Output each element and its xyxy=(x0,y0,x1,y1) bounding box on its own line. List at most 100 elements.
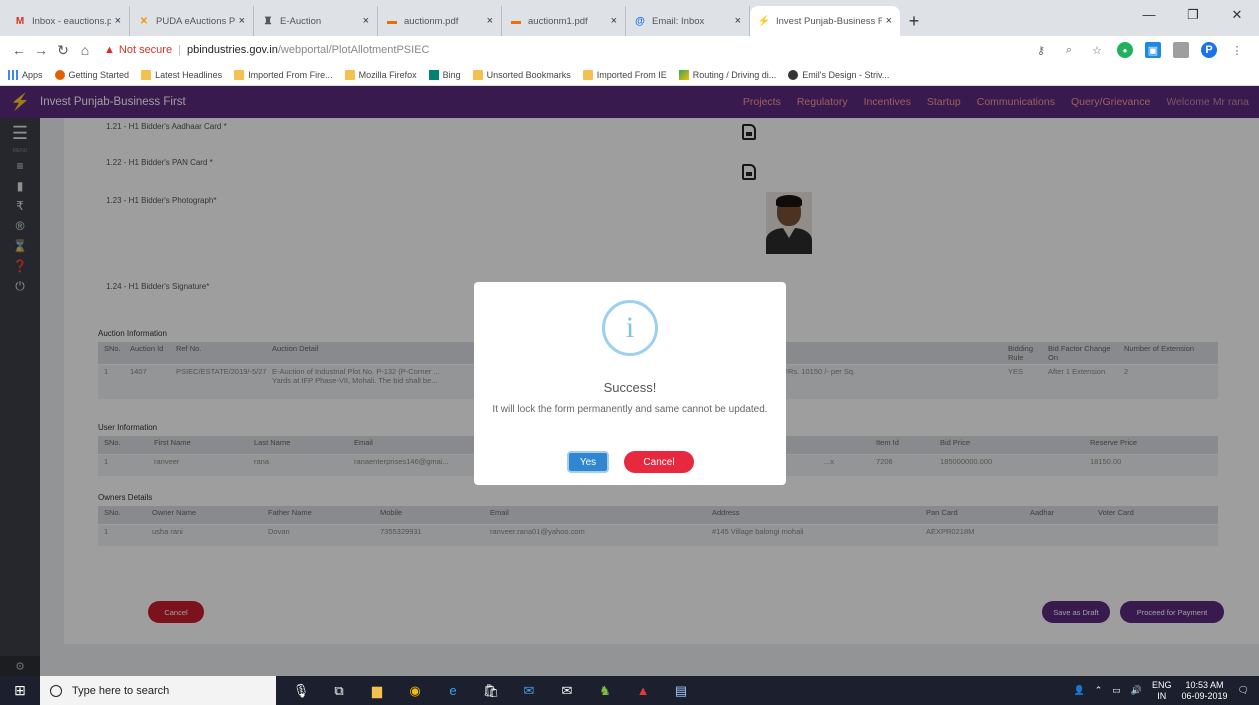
close-tab-icon[interactable]: × xyxy=(735,15,741,27)
close-tab-icon[interactable]: × xyxy=(886,15,892,27)
email-icon: @ xyxy=(635,15,645,27)
apps-icon xyxy=(8,69,18,80)
routing-icon xyxy=(678,69,689,80)
media-icon[interactable]: ♞ xyxy=(586,676,624,705)
bookmark-mozilla-firefox[interactable]: Mozilla Firefox xyxy=(344,69,417,80)
bookmark-emils-design[interactable]: Emil's Design - Striv... xyxy=(788,69,890,80)
firefox-icon xyxy=(54,69,65,80)
reload-icon[interactable]: ↻ xyxy=(52,42,74,59)
bookmark-label: Routing / Driving di... xyxy=(692,69,777,80)
file-explorer-icon[interactable]: ▆ xyxy=(358,676,396,705)
browser-toolbar-right: ⚷ ⌕ ☆ ● ▣ P ⋮ xyxy=(1033,42,1251,58)
new-tab-button[interactable]: + xyxy=(900,6,928,36)
home-icon[interactable]: ⌂ xyxy=(74,42,96,58)
tab-title: Invest Punjab-Business F xyxy=(776,15,882,27)
bookmark-routing[interactable]: Routing / Driving di... xyxy=(678,69,777,80)
bookmark-imported-ie[interactable]: Imported From IE xyxy=(582,69,667,80)
task-view-icon[interactable]: ⧉ xyxy=(320,676,358,705)
bookmark-latest-headlines[interactable]: Latest Headlines xyxy=(141,69,222,80)
clock-time: 10:53 AM xyxy=(1185,679,1224,690)
bookmark-imported-firefox[interactable]: Imported From Fire... xyxy=(234,69,333,80)
zoom-icon[interactable]: ⌕ xyxy=(1061,42,1077,58)
people-icon[interactable]: 👤 xyxy=(1074,685,1085,696)
bookmarks-bar: Apps Getting Started Latest Headlines Im… xyxy=(0,64,1259,86)
language-indicator[interactable]: ENG IN xyxy=(1152,680,1172,702)
taskbar-clock[interactable]: 10:53 AM 06-09-2019 xyxy=(1182,680,1228,702)
bookmark-unsorted[interactable]: Unsorted Bookmarks xyxy=(472,69,571,80)
microphone-icon[interactable]: 🎙 xyxy=(282,676,320,705)
star-icon[interactable]: ☆ xyxy=(1089,42,1105,58)
tab-title: auctionm1.pdf xyxy=(528,15,588,27)
info-icon: i xyxy=(602,300,658,356)
envelope-icon[interactable]: ✉ xyxy=(548,676,586,705)
chrome-icon[interactable]: ◉ xyxy=(396,676,434,705)
extension-green-icon[interactable]: ● xyxy=(1117,42,1133,58)
yes-button[interactable]: Yes xyxy=(567,451,609,473)
pdf-icon: ▬ xyxy=(511,15,521,27)
warning-icon: ▲ xyxy=(104,44,115,56)
close-tab-icon[interactable]: × xyxy=(363,15,369,27)
url-domain: pbindustries.gov.in xyxy=(186,44,278,56)
bookmark-label: Imported From IE xyxy=(596,69,667,80)
browser-tab-gmail[interactable]: M Inbox - eauctions.psiec@ × xyxy=(6,6,130,36)
bookmark-label: Getting Started xyxy=(68,69,130,80)
browser-tab-eauction[interactable]: ♜ E-Auction × xyxy=(254,6,378,36)
close-tab-icon[interactable]: × xyxy=(611,15,617,27)
taskbar-search-box[interactable]: Type here to search xyxy=(40,676,276,705)
window-controls: — ❐ ✕ xyxy=(1127,0,1259,30)
minimize-icon[interactable]: — xyxy=(1127,0,1171,30)
profile-avatar-icon[interactable]: P xyxy=(1201,42,1217,58)
notifications-icon[interactable]: 🗨 xyxy=(1238,685,1249,696)
search-placeholder: Type here to search xyxy=(72,684,170,697)
key-icon[interactable]: ⚷ xyxy=(1033,42,1049,58)
dialog-cancel-button[interactable]: Cancel xyxy=(624,451,694,473)
folder-icon xyxy=(234,69,245,80)
extension-gray-icon[interactable] xyxy=(1173,42,1189,58)
address-bar: ← → ↻ ⌂ ▲ Not secure | pbindustries.gov.… xyxy=(0,36,1259,64)
forward-icon[interactable]: → xyxy=(30,42,52,58)
browser-tab-pdf2[interactable]: ▬ auctionm1.pdf × xyxy=(502,6,626,36)
back-icon[interactable]: ← xyxy=(8,42,30,58)
tab-title: E-Auction xyxy=(280,15,322,27)
pdf-reader-icon[interactable]: ▲ xyxy=(624,676,662,705)
bookmark-apps[interactable]: Apps xyxy=(8,69,43,80)
cortana-icon xyxy=(50,684,62,697)
taskbar-apps: 🎙 ⧉ ▆ ◉ e 🛍 ✉ ✉ ♞ ▲ ▤ xyxy=(282,676,700,705)
dialog-title: Success! xyxy=(603,380,657,395)
bookmark-label: Unsorted Bookmarks xyxy=(486,69,571,80)
tray-chevron-icon[interactable]: ⌃ xyxy=(1095,685,1103,696)
system-tray: 👤 ⌃ ▭ 🔊 ENG IN 10:53 AM 06-09-2019 🗨 xyxy=(1074,680,1259,702)
more-menu-icon[interactable]: ⋮ xyxy=(1229,42,1245,58)
network-icon[interactable]: ▭ xyxy=(1112,685,1121,696)
not-secure-label: Not secure xyxy=(118,44,173,56)
bookmark-label: Imported From Fire... xyxy=(248,69,333,80)
volume-icon[interactable]: 🔊 xyxy=(1131,685,1142,696)
tab-title: Email: Inbox xyxy=(652,15,705,27)
url-field[interactable]: ▲ Not secure | pbindustries.gov.in /webp… xyxy=(104,38,1033,62)
dialog-message: It will lock the form permanently and sa… xyxy=(492,404,768,415)
github-icon xyxy=(788,69,799,80)
browser-tab-investpunjab[interactable]: ⚡ Invest Punjab-Business F × xyxy=(750,6,900,36)
close-tab-icon[interactable]: × xyxy=(487,15,493,27)
store-icon[interactable]: 🛍 xyxy=(472,676,510,705)
bookmark-getting-started[interactable]: Getting Started xyxy=(54,69,130,80)
close-tab-icon[interactable]: × xyxy=(239,15,245,27)
browser-tab-puda[interactable]: ✕ PUDA eAuctions Portal | × xyxy=(130,6,254,36)
investpunjab-icon: ⚡ xyxy=(757,15,771,27)
windows-start-icon[interactable]: ⊞ xyxy=(0,682,40,699)
edge-icon[interactable]: e xyxy=(434,676,472,705)
browser-tab-pdf1[interactable]: ▬ auctionm.pdf × xyxy=(378,6,502,36)
bookmark-label: Emil's Design - Striv... xyxy=(802,69,890,80)
browser-tab-email[interactable]: @ Email: Inbox × xyxy=(626,6,750,36)
folder-icon xyxy=(141,69,152,80)
extension-blue-icon[interactable]: ▣ xyxy=(1145,42,1161,58)
close-window-icon[interactable]: ✕ xyxy=(1215,0,1259,30)
bookmark-bing[interactable]: Bing xyxy=(428,69,461,80)
maximize-icon[interactable]: ❐ xyxy=(1171,0,1215,30)
tab-title: Inbox - eauctions.psiec@ xyxy=(32,15,111,27)
notes-icon[interactable]: ▤ xyxy=(662,676,700,705)
windows-taskbar: ⊞ Type here to search 🎙 ⧉ ▆ ◉ e 🛍 ✉ ✉ ♞ … xyxy=(0,676,1259,705)
mail-icon[interactable]: ✉ xyxy=(510,676,548,705)
bookmark-label: Bing xyxy=(442,69,461,80)
close-tab-icon[interactable]: × xyxy=(115,15,121,27)
